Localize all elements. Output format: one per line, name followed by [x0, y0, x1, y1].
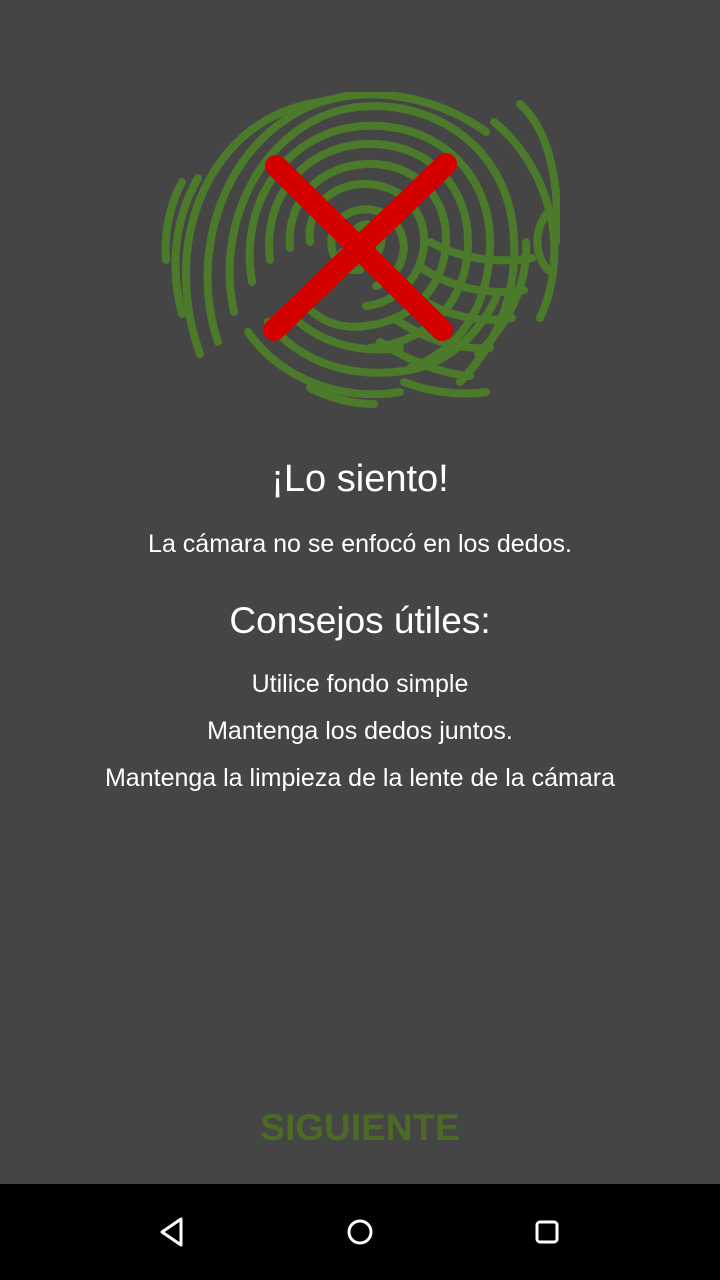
fingerprint-error-illustration — [160, 92, 560, 408]
error-title: ¡Lo siento! — [271, 458, 449, 500]
fingerprint-icon — [161, 92, 560, 408]
screen: ¡Lo siento! La cámara no se enfocó en lo… — [0, 0, 720, 1280]
recent-apps-square-icon[interactable] — [527, 1212, 567, 1252]
tips-list: Utilice fondo simple Mantenga los dedos … — [0, 668, 720, 809]
home-circle-icon[interactable] — [340, 1212, 380, 1252]
back-triangle-icon[interactable] — [153, 1212, 193, 1252]
tip-item: Utilice fondo simple — [251, 670, 469, 698]
next-button[interactable]: SIGUIENTE — [210, 1100, 510, 1156]
tips-heading: Consejos útiles: — [229, 600, 491, 641]
tip-item: Mantenga la limpieza de la lente de la c… — [104, 764, 616, 792]
error-message: La cámara no se enfocó en los dedos. — [148, 530, 572, 558]
tip-item: Mantenga los dedos juntos. — [207, 717, 513, 745]
system-navigation-bar — [0, 1184, 720, 1280]
